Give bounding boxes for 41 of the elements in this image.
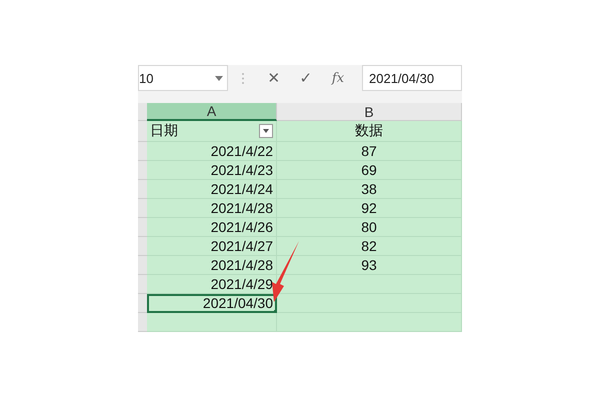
- column-header[interactable]: B: [277, 103, 462, 121]
- row-header[interactable]: [138, 180, 147, 199]
- table-cell: 92: [277, 199, 462, 218]
- formula-input[interactable]: 2021/04/30: [362, 65, 462, 91]
- table-cell: 38: [277, 180, 462, 199]
- cell-text: 2021/4/26: [210, 219, 273, 235]
- cell-text: 2021/4/29: [210, 276, 273, 292]
- filter-button[interactable]: [259, 124, 273, 138]
- enter-button[interactable]: ✓: [290, 65, 322, 91]
- header-text: 日期: [150, 122, 178, 140]
- cell-text: 2021/4/28: [210, 200, 273, 216]
- table-cell: 数据: [277, 121, 462, 142]
- cell-text: 2021/4/22: [210, 143, 273, 159]
- row-header[interactable]: [138, 142, 147, 161]
- row-header[interactable]: [138, 199, 147, 218]
- column-header[interactable]: A: [147, 103, 277, 121]
- cell-text: 2021/4/23: [210, 162, 273, 178]
- row-header[interactable]: [138, 313, 147, 332]
- dropdown-caret-icon[interactable]: [215, 76, 223, 80]
- row-header[interactable]: [138, 121, 147, 142]
- cell-text: 2021/4/27: [210, 238, 273, 254]
- cell-reference: 10: [139, 70, 154, 86]
- insert-function-button[interactable]: fx: [322, 65, 354, 91]
- corner-header: [138, 103, 147, 121]
- table-cell: 80: [277, 218, 462, 237]
- table-cell: 82: [277, 237, 462, 256]
- caret-icon: [263, 129, 269, 133]
- cancel-button[interactable]: ✕: [258, 65, 290, 91]
- table-cell: 69: [277, 161, 462, 180]
- row-header[interactable]: [138, 256, 147, 275]
- row-header[interactable]: [138, 161, 147, 180]
- cell-text: 2021/04/30: [202, 295, 273, 311]
- name-box[interactable]: 10: [138, 65, 228, 91]
- row-header[interactable]: [138, 275, 147, 294]
- row-header[interactable]: [138, 294, 147, 313]
- cell-text: 2021/4/28: [210, 257, 273, 273]
- cell-text: 2021/4/24: [210, 181, 273, 197]
- table-cell: 93: [277, 256, 462, 275]
- row-header[interactable]: [138, 218, 147, 237]
- row-header[interactable]: [138, 237, 147, 256]
- table-cell: 87: [277, 142, 462, 161]
